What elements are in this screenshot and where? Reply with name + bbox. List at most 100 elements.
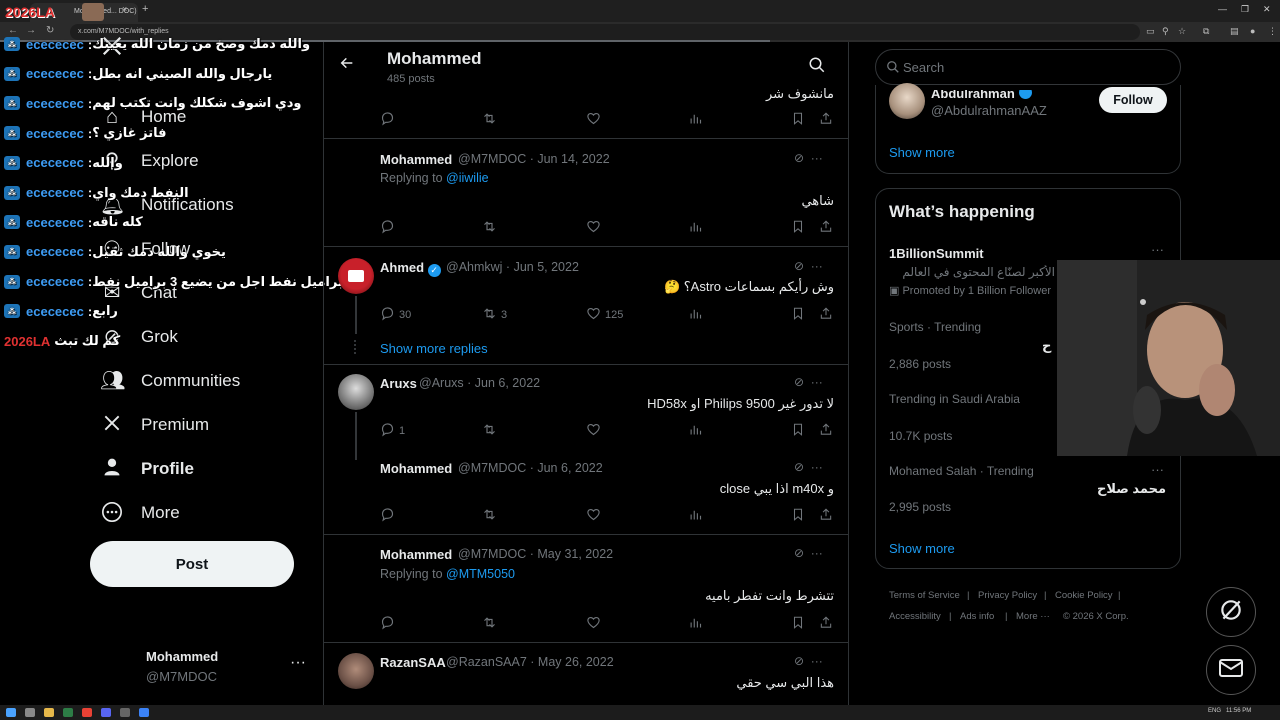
nav-communities[interactable]: 👥︎ Communities xyxy=(100,366,240,396)
bookmark-button[interactable] xyxy=(791,111,805,129)
footer-link[interactable]: Ads info xyxy=(960,611,994,622)
maximize-icon[interactable]: ❐ xyxy=(1241,4,1249,15)
sidepanel-icon[interactable]: ▤ xyxy=(1230,26,1239,37)
taskbar-app-icon[interactable] xyxy=(63,708,73,717)
like-button[interactable] xyxy=(586,422,601,440)
taskbar-app-icon[interactable] xyxy=(120,708,130,717)
avatar[interactable] xyxy=(338,653,374,689)
taskbar-app-icon[interactable] xyxy=(101,708,111,717)
taskbar-clock[interactable]: 11:56 PM xyxy=(1226,708,1251,714)
avatar[interactable] xyxy=(338,374,374,410)
views-button[interactable] xyxy=(688,219,703,237)
repost-button[interactable] xyxy=(482,615,497,633)
trend-more-icon[interactable]: ··· xyxy=(1151,462,1164,477)
share-button[interactable] xyxy=(819,422,833,440)
nav-premium[interactable]: Premium xyxy=(100,410,209,440)
tweet-date[interactable]: Jun 6, 2022 xyxy=(537,461,602,475)
tweet-date[interactable]: May 26, 2022 xyxy=(538,655,614,669)
bookmark-button[interactable] xyxy=(791,507,805,525)
taskbar-app-icon[interactable] xyxy=(82,708,92,717)
like-button[interactable]: 125 xyxy=(586,306,623,324)
start-icon[interactable] xyxy=(6,708,16,717)
tweet-author-name[interactable]: Mohammed xyxy=(380,152,452,167)
footer-link[interactable]: Terms of Service xyxy=(889,590,960,601)
tweet-handle[interactable]: @RazanSAA7 xyxy=(446,655,527,669)
tweet-handle[interactable]: @Aruxs xyxy=(419,376,464,390)
taskbar-app-icon[interactable] xyxy=(25,708,35,717)
input-language[interactable]: ENG xyxy=(1208,708,1221,714)
tweet-author-name[interactable]: Mohammed xyxy=(380,461,452,476)
footer-link[interactable]: More ··· xyxy=(1016,611,1050,622)
repost-button[interactable] xyxy=(482,507,497,525)
tweet-header-icons[interactable]: ⊘ ··· xyxy=(794,546,823,560)
tweet-header-icons[interactable]: ⊘ ··· xyxy=(794,259,823,273)
cast-icon[interactable]: ▭ xyxy=(1146,26,1155,37)
like-button[interactable] xyxy=(586,219,601,237)
tweet-author-name[interactable]: Mohammed xyxy=(380,547,452,562)
trend-title[interactable]: محمد صلاح xyxy=(1097,481,1166,497)
trend-more-icon[interactable]: ··· xyxy=(1151,242,1164,257)
close-window-icon[interactable]: ✕ xyxy=(1263,4,1271,15)
tweet-date[interactable]: Jun 14, 2022 xyxy=(537,152,609,166)
footer-link[interactable]: Cookie Policy xyxy=(1055,590,1113,601)
tweet-date[interactable]: Jun 6, 2022 xyxy=(475,376,540,390)
repost-button[interactable]: 3 xyxy=(482,306,507,324)
tweet-author-name[interactable]: Ahmed ✓ xyxy=(380,260,441,277)
taskbar-app-icon[interactable] xyxy=(139,708,149,717)
share-button[interactable] xyxy=(819,111,833,129)
bookmark-button[interactable] xyxy=(791,219,805,237)
new-tab-icon[interactable]: + xyxy=(142,3,148,15)
nav-profile[interactable]: Profile xyxy=(100,454,194,484)
back-arrow-icon[interactable] xyxy=(337,55,357,76)
zoom-icon[interactable]: ⚲ xyxy=(1162,26,1169,37)
repost-button[interactable] xyxy=(482,422,497,440)
menu-kebab-icon[interactable]: ⋮ xyxy=(1268,26,1277,37)
tweet-header-icons[interactable]: ⊘ ··· xyxy=(794,151,823,165)
share-button[interactable] xyxy=(819,219,833,237)
tweet-author-name[interactable]: RazanSAA xyxy=(380,655,446,670)
messages-fab[interactable] xyxy=(1206,645,1256,695)
follow-button[interactable]: Follow xyxy=(1099,87,1167,113)
bookmark-button[interactable] xyxy=(791,422,805,440)
tweet-header-icons[interactable]: ⊘ ··· xyxy=(794,375,823,389)
views-button[interactable] xyxy=(688,306,703,324)
reply-button[interactable] xyxy=(380,111,395,129)
footer-link[interactable]: Privacy Policy xyxy=(978,590,1037,601)
reply-button[interactable] xyxy=(380,219,395,237)
search-icon[interactable] xyxy=(808,56,826,74)
like-button[interactable] xyxy=(586,615,601,633)
trend-title[interactable]: 1BillionSummit xyxy=(889,246,984,261)
show-more-replies-link[interactable]: Show more replies xyxy=(380,341,488,356)
share-button[interactable] xyxy=(819,507,833,525)
account-more-icon[interactable]: ··· xyxy=(290,654,306,672)
reply-button[interactable]: 30 xyxy=(380,306,411,324)
bookmark-button[interactable] xyxy=(791,306,805,324)
reply-button[interactable] xyxy=(380,507,395,525)
extensions-icon[interactable]: ⧉ xyxy=(1203,26,1209,37)
avatar[interactable] xyxy=(338,258,374,294)
profile-avatar-icon[interactable]: ● xyxy=(1250,26,1255,36)
tweet-handle[interactable]: @Ahmkwj xyxy=(446,260,502,274)
views-button[interactable] xyxy=(688,615,703,633)
replying-to-link[interactable]: @iiwilie xyxy=(446,171,489,185)
tweet-header-icons[interactable]: ⊘ ··· xyxy=(794,460,823,474)
minimize-icon[interactable]: — xyxy=(1218,4,1227,14)
tab-close-icon[interactable]: × xyxy=(122,4,127,14)
grok-fab[interactable] xyxy=(1206,587,1256,637)
taskbar-app-icon[interactable] xyxy=(44,708,54,717)
repost-button[interactable] xyxy=(482,219,497,237)
tweet-handle[interactable]: @M7MDOC xyxy=(458,547,526,561)
footer-link[interactable]: Accessibility xyxy=(889,611,941,622)
reply-button[interactable]: 1 xyxy=(380,422,405,440)
share-button[interactable] xyxy=(819,306,833,324)
tweet-handle[interactable]: @M7MDOC xyxy=(458,461,526,475)
replying-to-link[interactable]: @MTM5050 xyxy=(446,567,515,581)
bookmark-button[interactable] xyxy=(791,615,805,633)
account-handle[interactable]: @M7MDOC xyxy=(146,669,217,684)
views-button[interactable] xyxy=(688,111,703,129)
tweet-handle[interactable]: @M7MDOC xyxy=(458,152,526,166)
trend-title[interactable]: ح xyxy=(1042,338,1051,354)
tweet-header-icons[interactable]: ⊘ ··· xyxy=(794,654,823,668)
account-name[interactable]: Mohammed xyxy=(146,649,218,664)
views-button[interactable] xyxy=(688,507,703,525)
